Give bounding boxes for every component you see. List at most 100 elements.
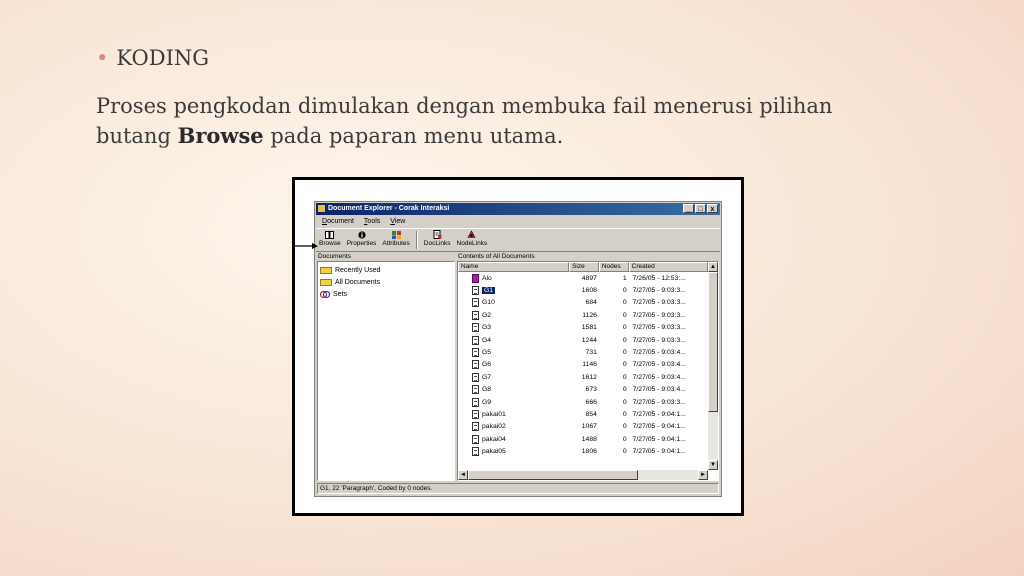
doclinks-label: DocLinks — [423, 240, 451, 247]
table-row[interactable]: pakai05 1806 0 7/27/05 - 9:04:1... — [458, 445, 708, 457]
name-cell: G4 — [458, 335, 569, 345]
properties-button[interactable]: Properties — [344, 229, 380, 251]
row-size: 1244 — [581, 336, 597, 344]
tree-item-recently-used[interactable]: Recently Used — [318, 264, 454, 276]
menu-tools[interactable]: Tools — [359, 216, 385, 227]
name-cell: pakai04 — [458, 434, 569, 444]
name-cell: pakai02 — [458, 422, 569, 432]
body-bold-browse: Browse — [177, 123, 264, 148]
slide-body-text: Proses pengkodan dimulakan dengan membuk… — [96, 92, 876, 151]
column-header-created[interactable]: Created — [628, 262, 708, 272]
browse-icon — [325, 230, 335, 239]
row-nodes: 0 — [622, 410, 627, 418]
row-created: 7/27/05 - 9:04:1... — [632, 410, 686, 418]
scroll-down-icon[interactable]: ▼ — [708, 460, 718, 470]
table-row[interactable]: G5 731 0 7/27/05 - 9:03:4... — [458, 346, 708, 358]
column-header-size[interactable]: Size — [569, 262, 599, 272]
browse-label: Browse — [319, 240, 341, 247]
app-icon — [318, 205, 325, 212]
close-button[interactable]: x — [707, 204, 718, 213]
doclinks-button[interactable]: DocLinks — [421, 229, 454, 251]
bullet-dot: • — [96, 46, 109, 70]
nodelinks-button[interactable]: NodeLinks — [454, 229, 491, 251]
status-bar: G1, 22 'Paragraph', Coded by 0 nodes. — [317, 483, 719, 494]
table-row[interactable]: G10 684 0 7/27/05 - 9:03:3... — [458, 297, 708, 309]
table-row[interactable]: G9 666 0 7/27/05 - 9:03:3... — [458, 396, 708, 408]
table-row[interactable]: G6 1146 0 7/27/05 - 9:03:4... — [458, 359, 708, 371]
maximize-button[interactable]: □ — [695, 204, 706, 213]
table-row[interactable]: G4 1244 0 7/27/05 - 9:03:3... — [458, 334, 708, 346]
scroll-left-icon[interactable]: ◄ — [458, 470, 468, 480]
row-size: 1581 — [581, 324, 597, 332]
table-row[interactable]: pakai01 854 0 7/27/05 - 9:04:1... — [458, 408, 708, 420]
table-row[interactable]: G2 1126 0 7/27/05 - 9:03:3... — [458, 309, 708, 321]
nodelinks-icon — [467, 230, 477, 239]
browse-button[interactable]: Browse — [316, 229, 344, 251]
toolbar-separator — [415, 231, 418, 249]
row-name: G7 — [482, 373, 492, 381]
table-row[interactable]: pakai02 1067 0 7/27/05 - 9:04:1... — [458, 421, 708, 433]
document-icon — [472, 286, 479, 296]
document-icon — [472, 348, 479, 358]
row-nodes: 0 — [622, 435, 627, 443]
row-name: G5 — [482, 349, 492, 357]
attributes-label: Attributes — [382, 240, 410, 247]
menu-tools-label: ools — [367, 218, 381, 225]
name-cell: pakai01 — [458, 409, 569, 419]
menu-document-label: ocument — [327, 218, 354, 225]
table-row[interactable]: G7 1612 0 7/27/05 - 9:03:4... — [458, 371, 708, 383]
folder-icon — [320, 278, 332, 286]
contents-caption: Contents of All Documents — [458, 253, 535, 260]
contents-list-pane: Name Size Nodes Created Alo 4897 1 7/26/05 … — [457, 261, 719, 481]
row-size: 684 — [585, 299, 597, 307]
tree-item-sets[interactable]: Sets — [318, 288, 454, 300]
horizontal-scrollbar[interactable]: ◄ ► — [458, 470, 708, 480]
attributes-button[interactable]: Attributes — [379, 229, 412, 251]
column-header-name[interactable]: Name — [458, 262, 570, 272]
document-explorer-window: Document Explorer - Corak Interaksi _ □ … — [314, 201, 722, 497]
row-nodes: 1 — [622, 274, 627, 282]
row-nodes: 0 — [622, 361, 627, 369]
table-row[interactable]: Alo 4897 1 7/26/05 - 12:53:... — [458, 272, 708, 284]
tree-label-all-documents: All Documents — [335, 278, 381, 286]
menu-view-label: iew — [394, 218, 406, 225]
row-created: 7/27/05 - 9:04:1... — [632, 435, 686, 443]
table-row[interactable]: G8 673 0 7/27/05 - 9:03:4... — [458, 384, 708, 396]
title-bar[interactable]: Document Explorer - Corak Interaksi _ □ … — [316, 203, 720, 215]
name-cell: G8 — [458, 385, 569, 395]
document-icon — [472, 385, 479, 395]
row-nodes: 0 — [622, 349, 627, 357]
column-header-nodes[interactable]: Nodes — [598, 262, 629, 272]
folder-icon — [320, 266, 332, 274]
vertical-scrollbar[interactable]: ▲ ▼ — [708, 262, 718, 470]
minimize-button[interactable]: _ — [683, 204, 694, 213]
table-row[interactable]: pakai04 1488 0 7/27/05 - 9:04:1... — [458, 433, 708, 445]
tree-label-recently-used: Recently Used — [335, 266, 381, 274]
table-body: Alo 4897 1 7/26/05 - 12:53:... G1 1608 0 7/27/… — [458, 272, 708, 458]
tree-item-all-documents[interactable]: All Documents — [318, 276, 454, 288]
name-cell: pakai05 — [458, 447, 569, 457]
menu-bar: Document Tools View — [317, 216, 410, 227]
vertical-scroll-thumb[interactable] — [708, 272, 718, 412]
row-nodes: 0 — [622, 373, 627, 381]
row-nodes: 0 — [622, 336, 627, 344]
row-name: G3 — [482, 324, 492, 332]
row-size: 1067 — [581, 423, 597, 431]
menu-view[interactable]: View — [385, 216, 410, 227]
table-row-selected[interactable]: G1 1608 0 7/27/05 - 9:03:3... — [458, 284, 708, 296]
name-cell: G5 — [458, 348, 569, 358]
row-created: 7/27/05 - 9:04:1... — [632, 448, 686, 456]
scroll-up-icon[interactable]: ▲ — [708, 262, 718, 272]
doclinks-icon — [432, 230, 442, 239]
row-created: 7/27/05 - 9:03:4... — [632, 386, 686, 394]
menu-document[interactable]: Document — [317, 216, 359, 227]
row-name: G2 — [482, 311, 492, 319]
row-nodes: 0 — [622, 448, 627, 456]
scroll-right-icon[interactable]: ► — [698, 470, 708, 480]
horizontal-scroll-thumb[interactable] — [468, 470, 638, 480]
row-size: 1806 — [581, 448, 597, 456]
row-nodes: 0 — [622, 311, 627, 319]
row-name: G4 — [482, 336, 492, 344]
table-row[interactable]: G3 1581 0 7/27/05 - 9:03:3... — [458, 322, 708, 334]
row-name: G1 — [480, 286, 497, 296]
